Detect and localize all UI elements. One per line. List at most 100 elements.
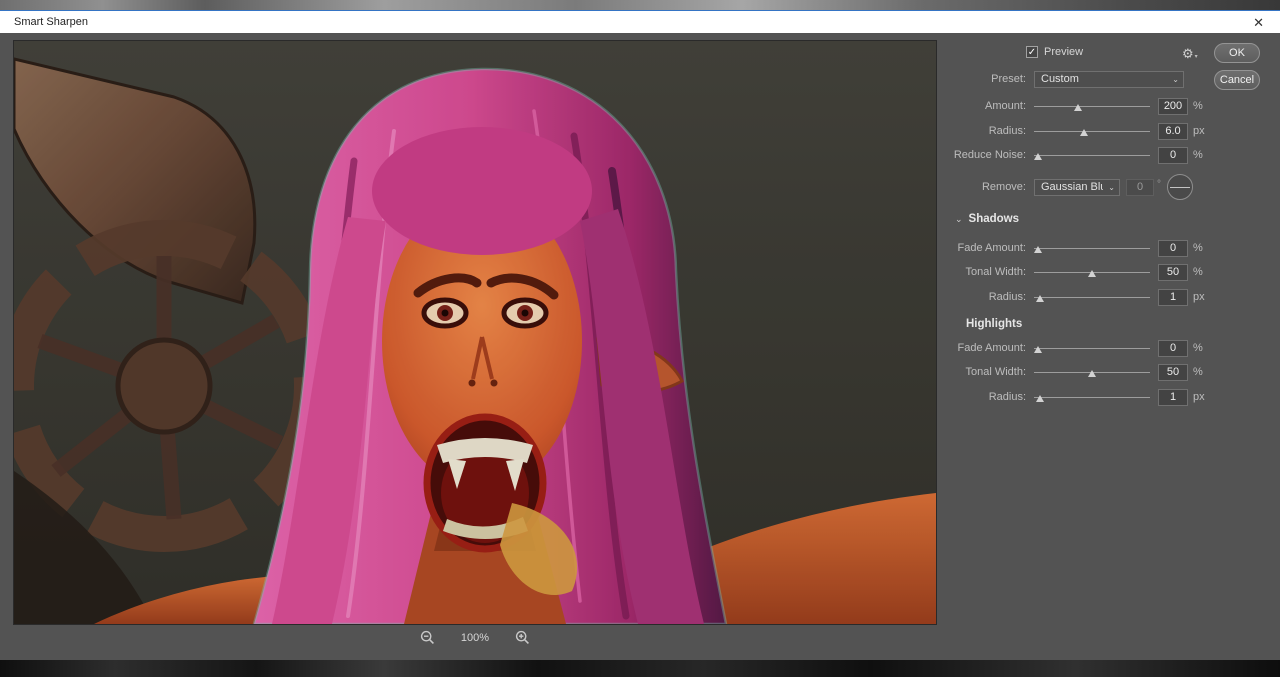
shadows-tonal-width-input[interactable] (1158, 263, 1188, 281)
highlights-fade-amount-slider[interactable] (1034, 341, 1150, 355)
shadows-fade-amount-input[interactable] (1158, 239, 1188, 257)
remove-row: Remove: Gaussian Blur ⌄ ° (950, 172, 1193, 202)
radius-input[interactable] (1158, 122, 1188, 140)
highlights-tonal-width-unit: % (1193, 366, 1203, 378)
slider-track (1034, 155, 1150, 156)
highlights-tonal-width-slider[interactable] (1034, 365, 1150, 379)
slider-track (1034, 348, 1150, 349)
highlights-fade-amount-input[interactable] (1158, 339, 1188, 357)
slider-thumb[interactable] (1034, 246, 1042, 253)
slider-thumb[interactable] (1074, 104, 1083, 111)
amount-label: Amount: (985, 100, 1026, 112)
shadows-tonal-width-label: Tonal Width: (965, 266, 1026, 278)
photoshop-screen: Smart Sharpen ✕ 100% ✓ Preview ⚙ ▾ OK Ca… (0, 0, 1280, 677)
dialog-title: Smart Sharpen (14, 16, 88, 28)
shadows-fade-amount-slider[interactable] (1034, 241, 1150, 255)
remove-label: Remove: (981, 181, 1026, 193)
slider-thumb[interactable] (1088, 270, 1096, 277)
shadows-radius-row: Radius: px (950, 288, 1205, 306)
slider-thumb[interactable] (1079, 129, 1088, 136)
radius-label: Radius: (988, 125, 1026, 137)
slider-track (1034, 248, 1150, 249)
reduce-noise-label: Reduce Noise: (953, 149, 1026, 161)
gear-glyph: ⚙ (1182, 46, 1194, 61)
amount-row: Amount: % (950, 97, 1203, 115)
preview-checkbox-label[interactable]: Preview (1044, 46, 1083, 58)
zoom-controls: 100% (14, 630, 936, 645)
shadows-fade-amount-row: Fade Amount: % (950, 239, 1203, 257)
preview-checkbox[interactable]: ✓ (1026, 46, 1038, 58)
shadows-tonal-width-slider[interactable] (1034, 265, 1150, 279)
reduce-noise-slider[interactable] (1034, 148, 1150, 162)
shadows-tonal-width-unit: % (1193, 266, 1203, 278)
chevron-down-icon: ⌄ (1108, 182, 1115, 192)
highlights-tonal-width-label: Tonal Width: (965, 366, 1026, 378)
gear-caret-icon: ▾ (1194, 54, 1198, 60)
amount-input[interactable] (1158, 97, 1188, 115)
remove-value: Gaussian Blur (1041, 181, 1104, 193)
shadows-header[interactable]: ⌄ Shadows (955, 213, 1019, 225)
degree-symbol: ° (1157, 178, 1161, 190)
remove-dropdown[interactable]: Gaussian Blur ⌄ (1034, 178, 1120, 196)
slider-track (1034, 106, 1150, 107)
shadows-radius-input[interactable] (1158, 288, 1188, 306)
dialog-titlebar[interactable]: Smart Sharpen ✕ (0, 11, 1280, 33)
highlights-header[interactable]: Highlights (966, 318, 1022, 330)
shadows-tonal-width-row: Tonal Width: % (950, 263, 1203, 281)
slider-track (1034, 131, 1150, 132)
zoom-in-icon[interactable] (515, 630, 530, 645)
amount-slider[interactable] (1034, 99, 1150, 113)
highlights-radius-row: Radius: px (950, 388, 1205, 406)
slider-thumb[interactable] (1088, 370, 1096, 377)
settings-panel: ✓ Preview ⚙ ▾ OK Cancel Preset: Custom ⌄ (950, 33, 1280, 660)
radius-row: Radius: px (950, 122, 1205, 140)
highlights-fade-amount-row: Fade Amount: % (950, 339, 1203, 357)
amount-unit: % (1193, 100, 1203, 112)
highlights-radius-unit: px (1193, 391, 1205, 403)
highlights-fade-amount-label: Fade Amount: (957, 342, 1027, 354)
slider-track (1034, 397, 1150, 398)
highlights-tonal-width-row: Tonal Width: % (950, 363, 1203, 381)
radius-unit: px (1193, 125, 1205, 137)
radius-slider[interactable] (1034, 124, 1150, 138)
reduce-noise-input[interactable] (1158, 146, 1188, 164)
highlights-tonal-width-input[interactable] (1158, 363, 1188, 381)
reduce-noise-row: Reduce Noise: % (950, 146, 1203, 164)
slider-thumb[interactable] (1034, 153, 1042, 160)
highlights-radius-input[interactable] (1158, 388, 1188, 406)
slider-thumb[interactable] (1034, 346, 1042, 353)
highlights-radius-slider[interactable] (1034, 390, 1150, 404)
shadows-fade-amount-label: Fade Amount: (957, 242, 1027, 254)
shadows-title: Shadows (968, 213, 1020, 225)
background-canvas-bottom (0, 660, 1280, 677)
highlights-fade-amount-unit: % (1193, 342, 1203, 354)
preset-value: Custom (1041, 73, 1079, 85)
angle-input[interactable] (1126, 178, 1154, 196)
shadows-radius-label: Radius: (988, 291, 1026, 303)
preset-label: Preset: (991, 73, 1026, 85)
zoom-level: 100% (460, 631, 490, 644)
chevron-down-icon: ⌄ (1172, 74, 1179, 84)
reduce-noise-unit: % (1193, 149, 1203, 161)
slider-thumb[interactable] (1036, 295, 1045, 302)
preset-dropdown[interactable]: Custom ⌄ (1034, 70, 1184, 88)
preview-checkbox-row[interactable]: ✓ Preview (1026, 46, 1083, 58)
close-icon[interactable]: ✕ (1247, 16, 1270, 29)
shadows-radius-slider[interactable] (1034, 290, 1150, 304)
slider-track (1034, 297, 1150, 298)
highlights-title: Highlights (966, 318, 1023, 330)
ok-button[interactable]: OK (1214, 43, 1260, 63)
cancel-button[interactable]: Cancel (1214, 70, 1260, 90)
preview-image[interactable] (13, 40, 937, 625)
dialog-body: 100% ✓ Preview ⚙ ▾ OK Cancel Preset: Cus… (0, 33, 1280, 660)
zoom-out-icon[interactable] (420, 630, 435, 645)
gear-icon[interactable]: ⚙ ▾ (1182, 46, 1198, 62)
slider-thumb[interactable] (1036, 395, 1045, 402)
angle-dial[interactable] (1167, 174, 1193, 200)
shadows-fade-amount-unit: % (1193, 242, 1203, 254)
preset-row: Preset: Custom ⌄ (950, 70, 1184, 88)
highlights-radius-label: Radius: (988, 391, 1026, 403)
chevron-down-icon[interactable]: ⌄ (955, 214, 963, 225)
shadows-radius-unit: px (1193, 291, 1205, 303)
smart-sharpen-dialog: Smart Sharpen ✕ 100% ✓ Preview ⚙ ▾ OK Ca… (0, 10, 1280, 660)
